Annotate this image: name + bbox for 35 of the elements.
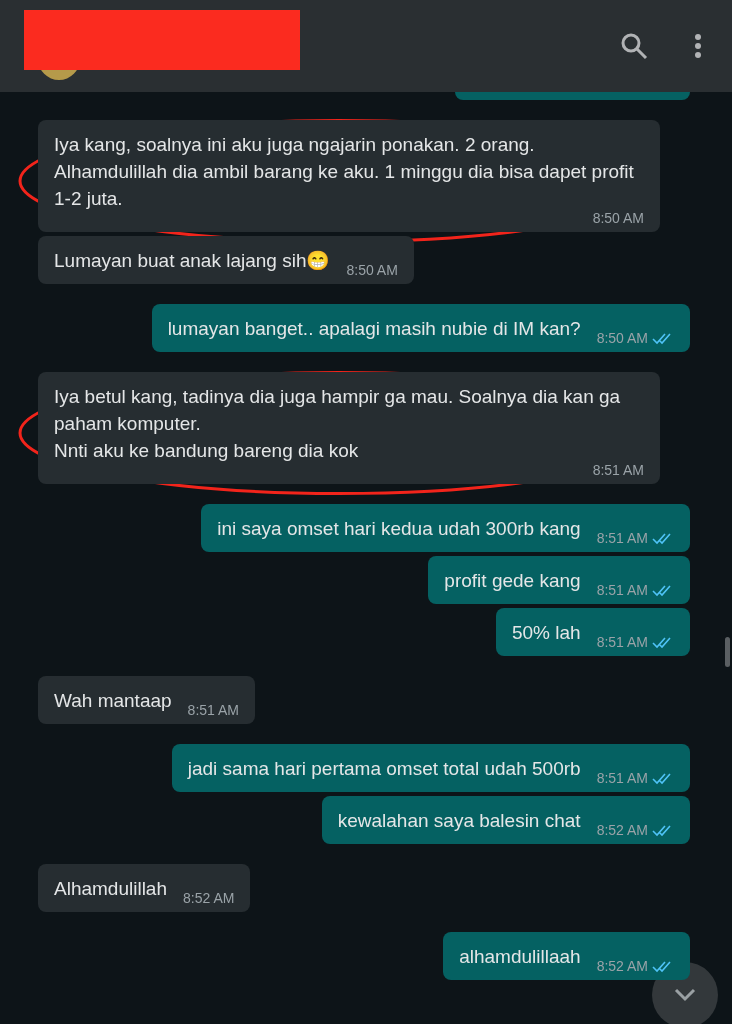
message-time: 8:50 AM [592,210,644,226]
message-time: 8:52 AM [183,890,235,906]
message-text: ini saya omset hari kedua udah 300rb kang [217,517,581,541]
message-text: Lumayan buat anak lajang sih😁 [54,249,331,273]
message-time: 8:52 AM [596,958,648,974]
message-text: profit gede kang [444,569,581,593]
message-text: 50% lah [511,621,581,645]
message-text: jadi sama hari pertama omset total udah 500rb [187,757,581,781]
chevron-down-icon [674,988,696,1002]
message-text: Iya kang, soalnya ini aku juga ngajarin ponakan. 2 orang. Alhamdulillah dia ambil barang ke aku. 1 minggu dia bisa dapet profit 1-2 juta. [54,133,635,211]
message-time: 8:51 AM [596,770,648,786]
double-check-icon [652,825,674,838]
double-check-icon [652,961,674,974]
message-time: 8:52 AM [596,822,648,838]
message-text: alhamdulillaah [459,945,581,969]
message-time: 8:50 AM [346,262,398,278]
message-text: Iya betul kang, tadinya dia juga hampir ga mau. Soalnya dia kan ga paham komputer. Nnti aku ke bandung bareng dia kok [54,385,622,463]
menu-icon[interactable] [694,33,702,59]
message-time: 8:51 AM [596,530,648,546]
double-check-icon [652,533,674,546]
double-check-icon [652,585,674,598]
scrollbar [725,637,730,667]
message-text: lumayan banget.. apalagi masih nubie di IM kan? [167,317,581,341]
message-time: 8:51 AM [596,582,648,598]
message-time: 8:51 AM [187,702,239,718]
message-time: 8:51 AM [592,462,644,478]
message-time: 8:50 AM [596,330,648,346]
double-check-icon [652,333,674,346]
search-icon[interactable] [620,32,648,60]
double-check-icon [652,637,674,650]
message-text: Wah mantaap [54,689,172,713]
message-text: Alhamdulillah [54,877,167,901]
message-text: kewalahan saya balesin chat [337,809,581,833]
message-time: 8:51 AM [596,634,648,650]
double-check-icon [652,773,674,786]
